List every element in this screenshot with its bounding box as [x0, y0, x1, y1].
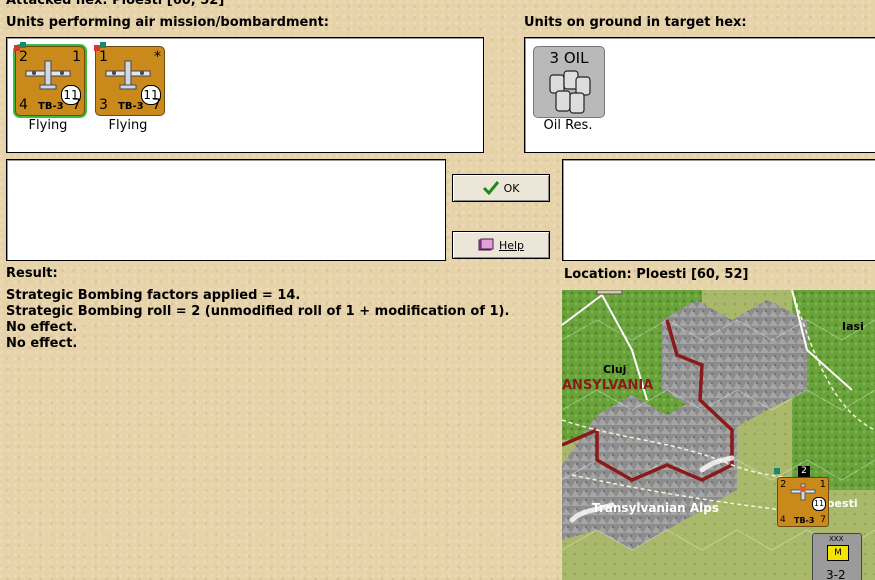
- ground-detail-box: [562, 159, 875, 261]
- map-air-stack[interactable]: 2 2 1 11 4 TB-3 7: [774, 466, 829, 527]
- air-units-label: Units performing air mission/bombardment…: [6, 15, 330, 30]
- bomber-plane-icon: [790, 483, 816, 501]
- map-label-transylvania: ANSYLVANIA: [562, 378, 653, 393]
- ground-type: M: [827, 545, 849, 561]
- air-units-list[interactable]: 2 1 11 4 TB-3 7 Flying 1 * 11 3 TB-3 7 F…: [6, 37, 484, 153]
- result-line-3: No effect.: [6, 320, 78, 335]
- map-view[interactable]: Cluj ANSYLVANIA Transylvanian Alps Iasi …: [562, 290, 875, 580]
- stack-bombing: 4: [780, 515, 786, 525]
- help-label: Help: [498, 238, 525, 252]
- result-line-4: No effect.: [6, 336, 78, 351]
- movement-factor: 7: [72, 97, 81, 113]
- attacked-hex-title: Attacked hex: Ploesti [60, 52]: [6, 0, 225, 8]
- map-ground-counter[interactable]: XXX M 3-2: [812, 533, 862, 580]
- map-label-iasi: Iasi: [842, 320, 864, 333]
- green-marker-icon: [20, 42, 26, 48]
- checkmark-icon: [482, 181, 499, 195]
- green-marker-icon: [100, 42, 106, 48]
- oil-name: Oil Res.: [543, 118, 593, 133]
- ok-button[interactable]: OK: [452, 174, 550, 202]
- movement-factor: 7: [152, 97, 161, 113]
- oil-counter[interactable]: 3 OIL: [533, 46, 605, 118]
- air-unit-1[interactable]: 2 1 11 4 TB-3 7 Flying: [7, 38, 85, 133]
- ground-size: XXX: [829, 535, 844, 543]
- unit-counter[interactable]: 2 1 11 4 TB-3 7: [14, 42, 85, 116]
- air-unit-2[interactable]: 1 * 11 3 TB-3 7 Flying: [87, 38, 165, 133]
- stack-range-circle: 11: [812, 497, 826, 511]
- unit-type: TB-3: [38, 101, 64, 112]
- defense-factor: 1: [72, 49, 81, 65]
- unit-type: TB-3: [118, 101, 144, 112]
- ground-units-label: Units on ground in target hex:: [524, 15, 747, 30]
- ok-label: OK: [503, 181, 520, 195]
- result-label: Result:: [6, 266, 58, 281]
- map-label-cluj: Cluj: [603, 363, 626, 376]
- stack-defense: 1: [819, 479, 826, 490]
- result-line-1: Strategic Bombing factors applied = 14.: [6, 288, 301, 303]
- unit-counter[interactable]: 1 * 11 3 TB-3 7: [94, 42, 165, 116]
- stack-count: 2: [798, 466, 810, 477]
- ground-strength: 3-2: [826, 568, 846, 580]
- map-label-ploesti: oesti: [827, 497, 858, 510]
- stack-attack: 2: [780, 479, 787, 490]
- location-label: Location: Ploesti [60, 52]: [564, 267, 749, 282]
- oil-barrels-icon: [549, 70, 591, 114]
- stack-type: TB-3: [794, 516, 815, 525]
- defense-factor: *: [154, 49, 161, 65]
- map-label-alps: Transylvanian Alps: [592, 501, 719, 515]
- green-marker-icon: [774, 468, 780, 474]
- bombing-factor: 4: [19, 97, 28, 113]
- unit-status: Flying: [28, 118, 68, 133]
- help-button[interactable]: Help: [452, 231, 550, 259]
- air-detail-box: [6, 159, 446, 261]
- stack-movement: 7: [820, 515, 826, 525]
- unit-status: Flying: [108, 118, 148, 133]
- ground-units-list[interactable]: 3 OIL Oil Res.: [524, 37, 875, 153]
- result-line-2: Strategic Bombing roll = 2 (unmodified r…: [6, 304, 510, 319]
- help-book-icon: [478, 238, 494, 251]
- oil-value: 3 OIL: [549, 49, 589, 67]
- bombing-factor: 3: [99, 97, 108, 113]
